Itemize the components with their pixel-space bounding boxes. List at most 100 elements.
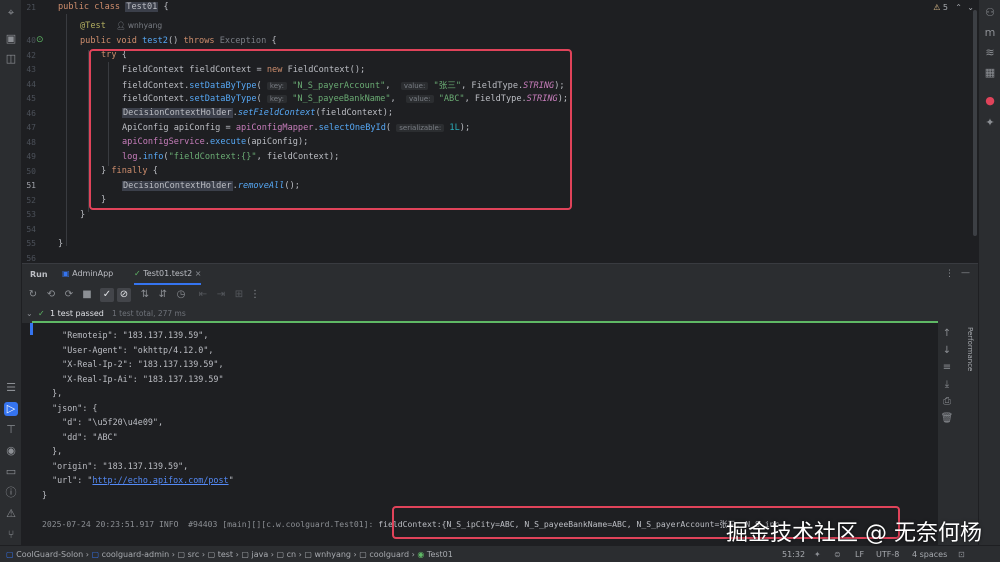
breadcrumb: ▢ CoolGuard-Solon › ▢ coolguard-admin › … — [6, 550, 453, 559]
maven-icon[interactable]: m — [983, 26, 997, 40]
line-number: 56 — [26, 254, 36, 263]
watermark: 掘金技术社区 @ 无奈何杨 — [726, 521, 982, 546]
console-line: }, — [42, 388, 63, 398]
indent-guide — [66, 14, 67, 246]
run-toolbar: ↻ ⟲ ⟳ ■ ✓ ⊘ ⇅ ⇵ ◷ ⇤ ⇥ ⊞ ⋮ — [22, 285, 978, 305]
ai-status-icon[interactable]: ✦ — [814, 550, 821, 559]
run-panel-header: Run ▣ AdminApp ✓ Test01.test2 × ⋮ — — [22, 263, 978, 285]
console-line: "d": "\u5f20\u4e09", — [42, 417, 164, 427]
show-passed-icon[interactable]: ✓ — [100, 288, 114, 302]
tab-adminapp[interactable]: ▣ AdminApp — [62, 269, 113, 278]
url-link[interactable]: http://echo.apifox.com/post — [92, 475, 228, 485]
close-icon[interactable]: × — [195, 269, 202, 278]
console-line: "Remoteip": "183.137.139.59", — [42, 330, 209, 340]
method-name: test2 — [142, 36, 168, 46]
breadcrumb-item[interactable]: src — [188, 550, 200, 559]
readonly-lock-icon[interactable]: ⊡ — [958, 550, 965, 559]
console-line-url: "url": "http://echo.apifox.com/post" — [42, 475, 234, 485]
chevron-up-icon[interactable]: ⌃ — [955, 3, 962, 12]
git-icon[interactable]: ⑂ — [4, 528, 18, 542]
history-icon[interactable]: ◷ — [174, 288, 188, 302]
show-ignored-icon[interactable]: ⊘ — [117, 288, 131, 302]
breadcrumb-item[interactable]: coolguard-admin — [102, 550, 170, 559]
rerun-failed-icon[interactable]: ⟲ — [44, 288, 58, 302]
warning-icon[interactable]: ⚠ — [4, 507, 18, 521]
line-number: 40 — [26, 36, 36, 45]
breadcrumb-item[interactable]: coolguard — [369, 550, 409, 559]
status-bar: ▢ CoolGuard-Solon › ▢ coolguard-admin › … — [0, 545, 1000, 562]
export-tests-icon[interactable]: ⇥ — [214, 288, 228, 302]
check-icon: ✓ — [38, 309, 45, 318]
notifications-icon[interactable]: ⚇ — [983, 6, 997, 20]
line-ending[interactable]: LF — [855, 550, 864, 559]
test-status-detail: 1 test total, 277 ms — [112, 309, 186, 318]
toggle-auto-test-icon[interactable]: ⟳ — [62, 288, 76, 302]
clear-icon[interactable]: 🗑︎ — [940, 412, 954, 426]
performance-tab[interactable]: Performance — [958, 327, 974, 387]
more-icon[interactable]: ⋮ — [248, 288, 262, 302]
sort-icon[interactable]: ⇅ — [138, 288, 152, 302]
console-line: "dd": "ABC" — [42, 432, 118, 442]
breadcrumb-item[interactable]: CoolGuard-Solon — [16, 550, 83, 559]
rerun-icon[interactable]: ↻ — [26, 288, 40, 302]
structure-icon[interactable]: ⌖ — [4, 6, 18, 20]
line-number: 55 — [26, 239, 36, 248]
import-tests-icon[interactable]: ⇤ — [196, 288, 210, 302]
arrow-down-icon[interactable]: ↓ — [940, 344, 954, 358]
console-output[interactable]: "Remoteip": "183.137.139.59", "User-Agen… — [22, 323, 938, 545]
tab-test01-test2[interactable]: ✓ Test01.test2 × — [134, 269, 202, 285]
breadcrumb-item[interactable]: test — [218, 550, 233, 559]
vcs-status-icon[interactable]: ⊜ — [834, 550, 841, 559]
arrow-up-icon[interactable]: ↑ — [940, 327, 954, 341]
tab-label: AdminApp — [72, 269, 114, 278]
breadcrumb-item[interactable]: Test01 — [427, 550, 453, 559]
code-line-53: } — [80, 210, 86, 220]
editor-scrollbar[interactable] — [973, 10, 977, 236]
warnings-count: 5 — [942, 3, 948, 12]
stop-icon[interactable]: ■ — [80, 288, 94, 302]
console-line: }, — [42, 446, 63, 456]
print-icon[interactable]: ⎙ — [940, 395, 954, 409]
services-icon[interactable]: ☰ — [4, 381, 18, 395]
folder-icon: ▢ — [207, 550, 216, 559]
class-name: Test01 — [125, 2, 159, 12]
line-number: 47 — [26, 123, 36, 132]
code-line-41: public void test2() throws Exception { — [80, 36, 277, 46]
line-number: 48 — [26, 138, 36, 147]
breadcrumb-item[interactable]: cn — [287, 550, 296, 559]
soft-wrap-icon[interactable]: ≡ — [940, 361, 954, 375]
more-icon[interactable]: ⋮ — [945, 269, 954, 279]
build-icon[interactable]: ⊤ — [4, 423, 18, 437]
problems-icon[interactable]: ⓘ — [4, 486, 18, 500]
right-tool-bar: ⚇ m ≋ ▦ ● ✦ — [978, 0, 1000, 545]
file-encoding[interactable]: UTF-8 — [876, 550, 899, 559]
line-number: 21 — [26, 3, 36, 12]
breadcrumb-item[interactable]: java — [251, 550, 268, 559]
line-number: 46 — [26, 109, 36, 118]
ai-assistant-icon[interactable]: ✦ — [983, 116, 997, 130]
console-line: } — [42, 490, 48, 500]
indent-setting[interactable]: 4 spaces — [912, 550, 947, 559]
run-icon[interactable]: ▷ — [4, 402, 18, 416]
cursor-position[interactable]: 51:32 — [782, 550, 805, 559]
sort-duration-icon[interactable]: ⇵ — [156, 288, 170, 302]
folder-icon: ▢ — [304, 550, 312, 559]
project-icon[interactable]: ▣ — [4, 32, 18, 46]
warnings-indicator[interactable]: ⚠ 5 — [933, 3, 948, 12]
profiler-icon[interactable]: ● — [983, 94, 997, 108]
warning-icon: ⚠ — [933, 3, 941, 12]
breadcrumb-item[interactable]: wnhyang — [315, 550, 351, 559]
plugin-icon[interactable]: ▦ — [983, 66, 997, 80]
expand-icon[interactable]: ⊞ — [232, 288, 246, 302]
author-hint[interactable]: 👤︎ wnhyang — [116, 21, 162, 30]
commit-icon[interactable]: ◫ — [4, 52, 18, 66]
chevron-down-icon[interactable]: ⌄ — [26, 309, 33, 318]
left-tool-bar: ⌖ ▣ ◫ ☰ ▷ ⊤ ◉ ▭ ⓘ ⚠ ⑂ — [0, 0, 22, 545]
run-panel-title: Run — [30, 270, 48, 279]
run-gutter-icon[interactable]: ⊙ — [36, 35, 44, 45]
database-icon[interactable]: ≋ — [983, 46, 997, 60]
terminal-icon[interactable]: ▭ — [4, 465, 18, 479]
scroll-to-end-icon[interactable]: ⤓ — [940, 378, 954, 392]
minimize-icon[interactable]: — — [961, 268, 970, 278]
debug-icon[interactable]: ◉ — [4, 444, 18, 458]
